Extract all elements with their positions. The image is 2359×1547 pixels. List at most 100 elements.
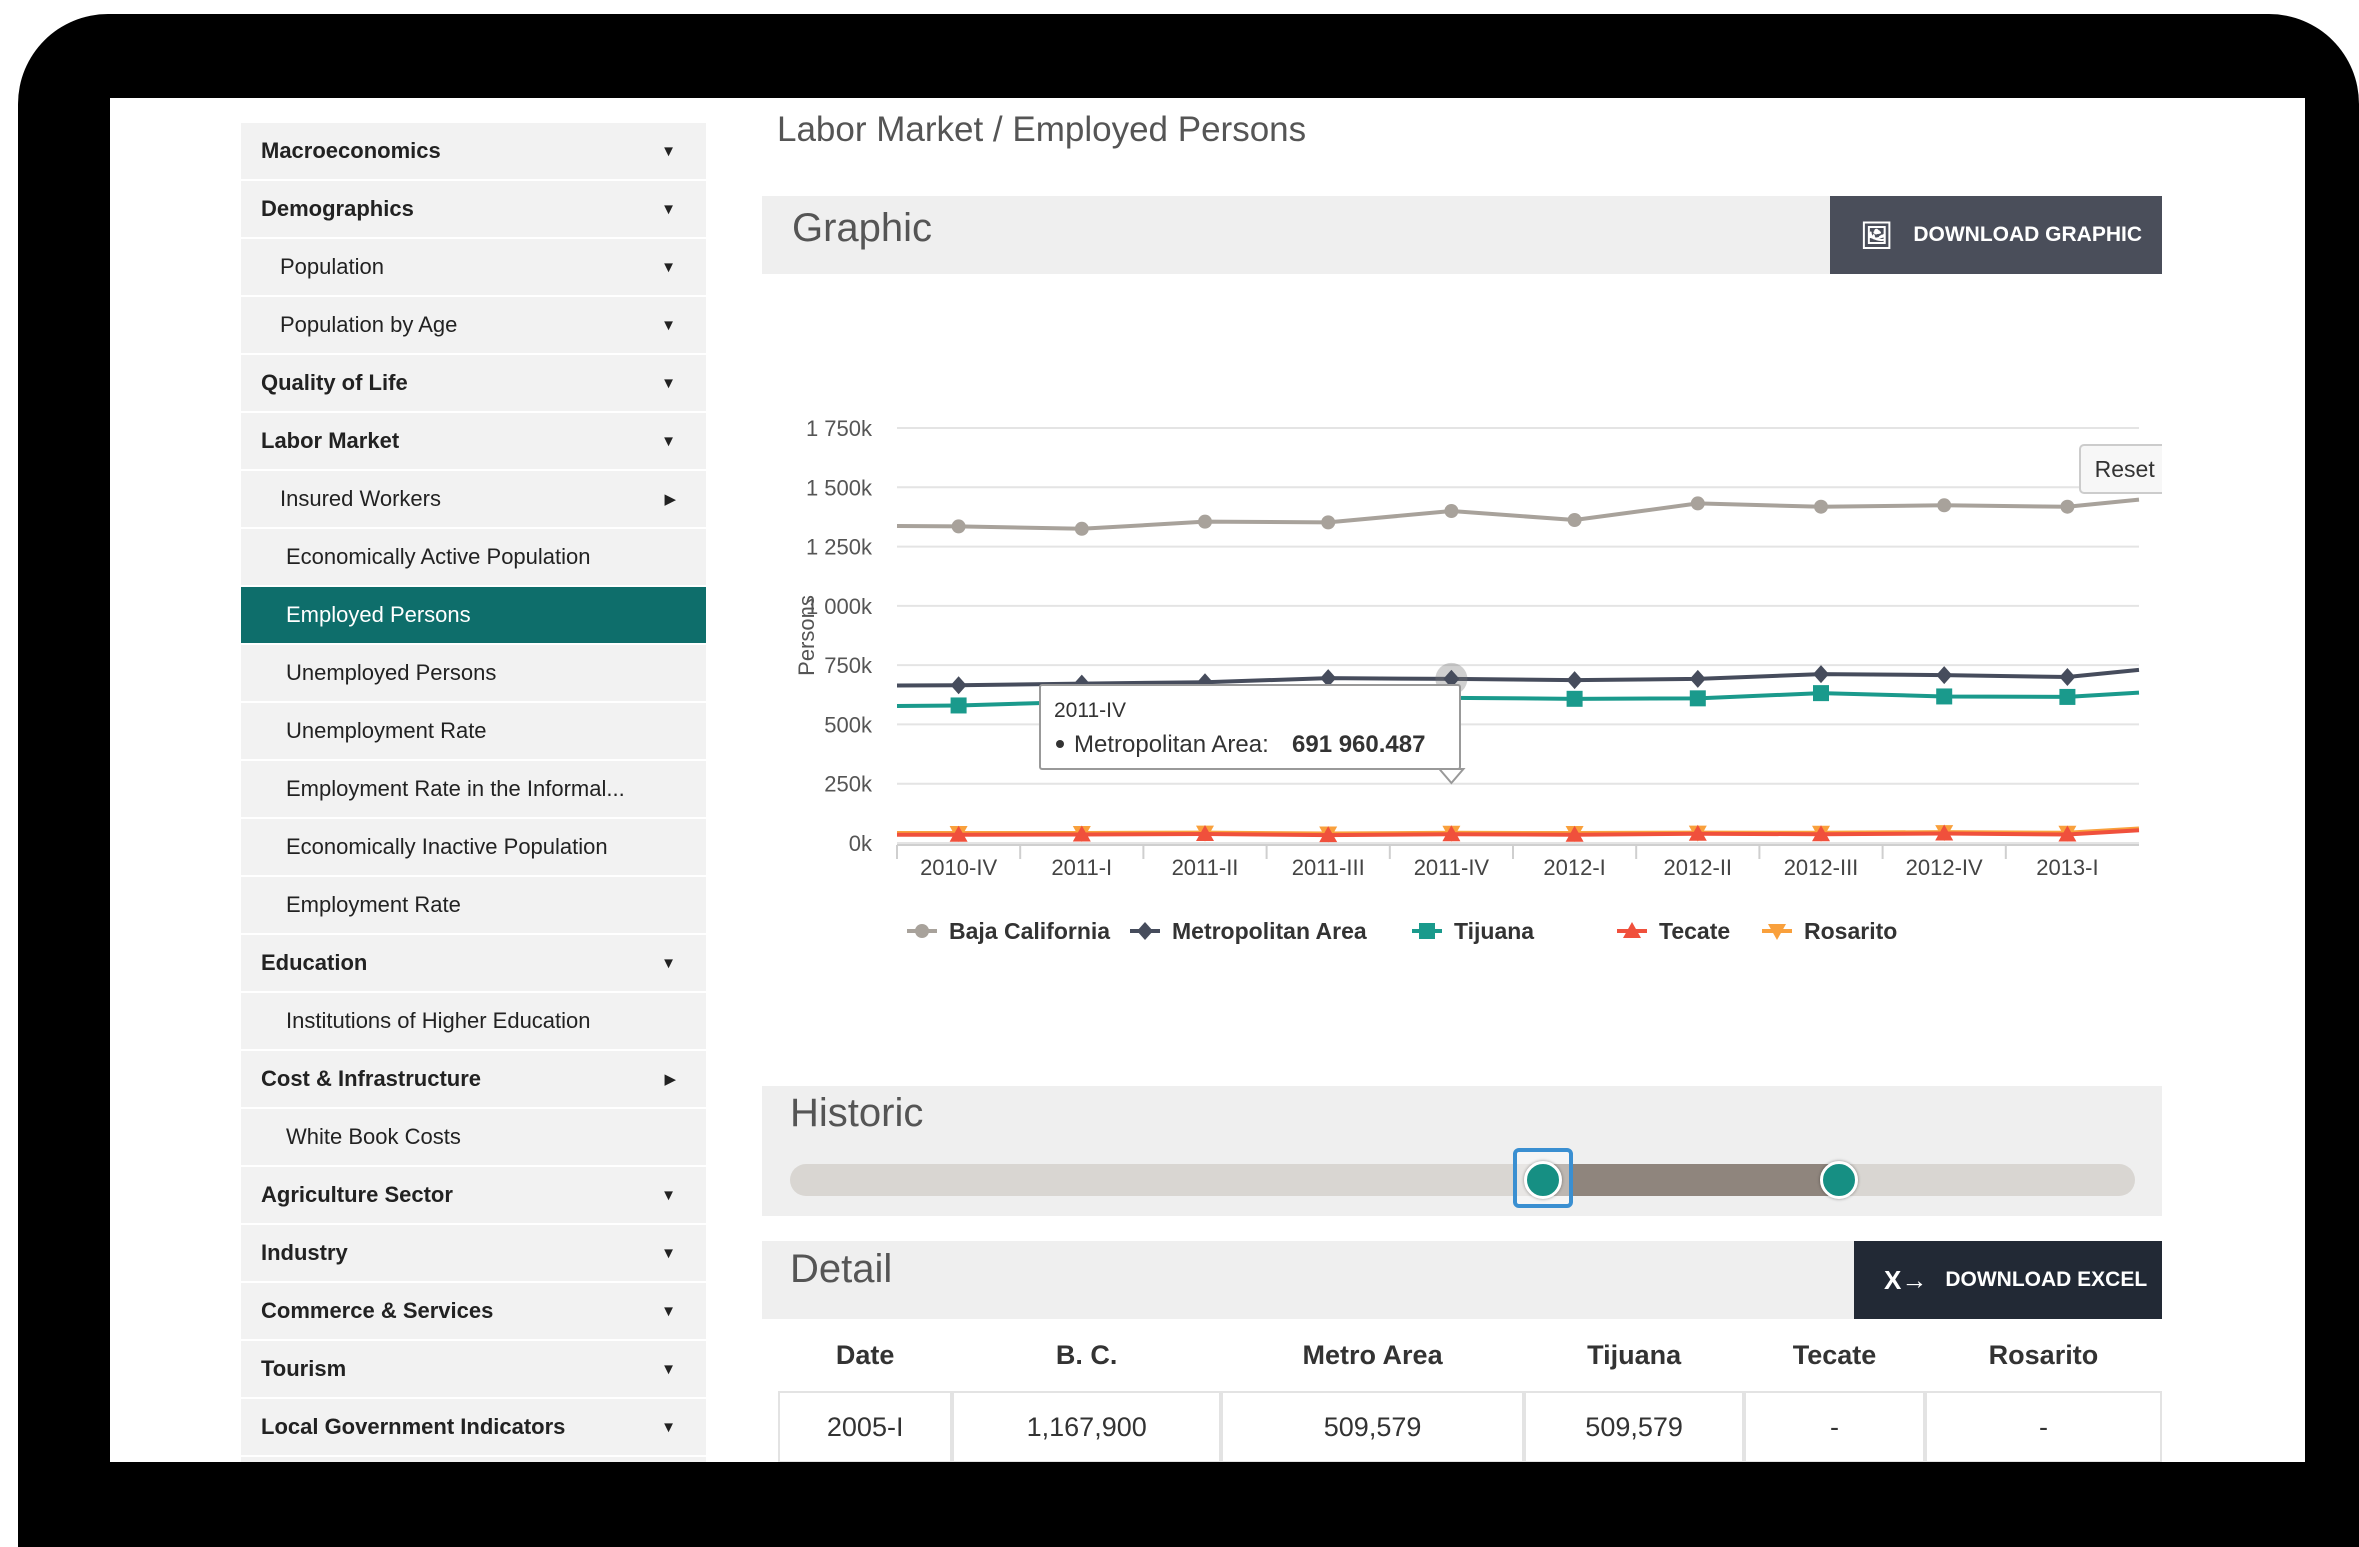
data-point-tijuana[interactable] bbox=[2059, 688, 2076, 705]
historic-range-selection[interactable] bbox=[1543, 1164, 1840, 1196]
sidebar-item-label: Macroeconomics bbox=[261, 138, 441, 163]
sidebar-item-label: Industry bbox=[261, 1240, 348, 1265]
table-cell: - bbox=[1744, 1391, 1925, 1462]
download-graphic-label: DOWNLOAD GRAPHIC bbox=[1913, 223, 2142, 246]
data-point-metropolitan-area[interactable] bbox=[1936, 666, 1953, 685]
data-point-tijuana[interactable] bbox=[1813, 685, 1829, 702]
sidebar-nav: Macroeconomics ▼ Demographics ▼ Population ▼ P… bbox=[241, 123, 706, 1462]
sidebar-item-label: Insured Workers bbox=[280, 486, 441, 511]
sidebar-item-macroeconomics[interactable]: Macroeconomics ▼ bbox=[241, 123, 706, 181]
range-start-handle[interactable] bbox=[1524, 1161, 1563, 1199]
legend-marker[interactable] bbox=[1137, 922, 1153, 940]
legend-marker[interactable] bbox=[1419, 923, 1435, 939]
sidebar-item-local-government-indicators[interactable]: Local Government Indicators ▼ bbox=[241, 1399, 706, 1457]
data-point-baja-california[interactable] bbox=[1937, 498, 1952, 513]
sidebar-item-employed-persons[interactable]: Employed Persons bbox=[241, 587, 706, 645]
employed-persons-chart[interactable]: 0k250k500k750k1 000k1 250k1 500k1 750k20… bbox=[762, 293, 2162, 1068]
sidebar-item-unemployment-rate[interactable]: Unemployment Rate bbox=[241, 703, 706, 761]
sidebar-item-label: White Book Costs bbox=[286, 1124, 461, 1149]
x-tick-label: 2010-IV bbox=[920, 855, 997, 880]
sidebar-item-agriculture-sector[interactable]: Agriculture Sector ▼ bbox=[241, 1167, 706, 1225]
chevron-down-icon: ▼ bbox=[661, 1302, 676, 1320]
data-point-baja-california[interactable] bbox=[1074, 521, 1089, 536]
screen: Macroeconomics ▼ Demographics ▼ Population ▼ P… bbox=[110, 98, 2305, 1462]
data-point-metropolitan-area[interactable] bbox=[2059, 668, 2076, 686]
column-header[interactable]: Tijuana bbox=[1524, 1319, 1744, 1391]
column-header[interactable]: Rosarito bbox=[1925, 1319, 2162, 1391]
sidebar-item-institutions-of-higher-education[interactable]: Institutions of Higher Education bbox=[241, 993, 706, 1051]
data-point-baja-california[interactable] bbox=[1444, 504, 1459, 518]
image-icon: 🖼 bbox=[1860, 219, 1894, 250]
sidebar-item-industry[interactable]: Industry ▼ bbox=[241, 1225, 706, 1283]
data-point-baja-california[interactable] bbox=[1321, 515, 1336, 530]
sidebar-item-cost-infrastructure[interactable]: Cost & Infrastructure ▶ bbox=[241, 1051, 706, 1109]
sidebar-item-label: Unemployed Persons bbox=[286, 660, 497, 685]
sidebar-item-economically-active-population[interactable]: Economically Active Population bbox=[241, 529, 706, 587]
column-header[interactable]: Metro Area bbox=[1221, 1319, 1524, 1391]
sidebar-item-white-book-costs[interactable]: White Book Costs bbox=[241, 1109, 706, 1167]
sidebar-item-commerce-services[interactable]: Commerce & Services ▼ bbox=[241, 1283, 706, 1341]
data-point-metropolitan-area[interactable] bbox=[1566, 671, 1583, 690]
sidebar-item-quality-of-life[interactable]: Quality of Life ▼ bbox=[241, 355, 706, 413]
download-graphic-button[interactable]: 🖼 DOWNLOAD GRAPHIC bbox=[1830, 196, 2162, 274]
legend-item[interactable]: Metropolitan Area bbox=[1172, 918, 1367, 944]
column-header[interactable]: Tecate bbox=[1744, 1319, 1925, 1391]
sidebar-item-label: Economically Active Population bbox=[286, 544, 591, 569]
legend-marker[interactable] bbox=[915, 924, 929, 938]
data-point-baja-california[interactable] bbox=[2060, 499, 2075, 514]
sidebar-item-labor-market[interactable]: Labor Market ▼ bbox=[241, 413, 706, 471]
sidebar-item-label: Quality of Life bbox=[261, 370, 408, 395]
x-tick-label: 2012-IV bbox=[1906, 855, 1983, 880]
tooltip-period: 2011-IV bbox=[1054, 699, 1126, 722]
legend-item[interactable]: Tecate bbox=[1659, 918, 1730, 944]
data-point-baja-california[interactable] bbox=[1690, 496, 1705, 511]
graphic-title: Graphic bbox=[792, 206, 933, 250]
chevron-right-icon: ▶ bbox=[664, 1071, 676, 1088]
chevron-down-icon: ▼ bbox=[661, 954, 676, 972]
chevron-down-icon: ▼ bbox=[661, 432, 676, 450]
sidebar-item-insured-workers[interactable]: Insured Workers ▶ bbox=[241, 471, 706, 529]
data-point-metropolitan-area[interactable] bbox=[1689, 669, 1706, 688]
data-point-tijuana[interactable] bbox=[950, 697, 967, 714]
data-point-baja-california[interactable] bbox=[1567, 513, 1582, 528]
legend-item[interactable]: Rosarito bbox=[1804, 918, 1897, 944]
range-end-handle[interactable] bbox=[1820, 1161, 1859, 1199]
column-header[interactable]: B. C. bbox=[952, 1319, 1221, 1391]
data-point-baja-california[interactable] bbox=[1198, 514, 1212, 529]
y-tick-label: 500k bbox=[824, 712, 873, 737]
tooltip-pointer bbox=[1437, 768, 1466, 785]
sidebar-item-label: Demographics bbox=[261, 196, 414, 221]
reset-zoom-label: Reset zoom bbox=[2095, 456, 2162, 482]
sidebar-item-economically-inactive-population[interactable]: Economically Inactive Population bbox=[241, 819, 706, 877]
sidebar-item-demographics[interactable]: Demographics ▼ bbox=[241, 181, 706, 239]
sidebar-item-population[interactable]: Population ▼ bbox=[241, 239, 706, 297]
historic-range-track[interactable] bbox=[790, 1148, 2135, 1208]
data-point-metropolitan-area[interactable] bbox=[950, 676, 967, 695]
data-point-tijuana[interactable] bbox=[1566, 690, 1583, 707]
data-point-metropolitan-area[interactable] bbox=[1813, 665, 1829, 684]
sidebar-item-education[interactable]: Education ▼ bbox=[241, 935, 706, 993]
tooltip-series: Metropolitan Area: bbox=[1074, 731, 1269, 758]
tooltip-bullet bbox=[1056, 740, 1064, 748]
sidebar-item-label: Institutions of Higher Education bbox=[286, 1008, 591, 1033]
sidebar-item-label: Tourism bbox=[261, 1356, 347, 1381]
sidebar-item-tourism[interactable]: Tourism ▼ bbox=[241, 1341, 706, 1399]
sidebar-item-employment-rate-in-the-informal[interactable]: Employment Rate in the Informal... bbox=[241, 761, 706, 819]
tooltip-value: 691 960.487 bbox=[1292, 731, 1425, 758]
sidebar-item-population-by-age[interactable]: Population by Age ▼ bbox=[241, 297, 706, 355]
column-header[interactable]: Date bbox=[778, 1319, 952, 1391]
data-point-baja-california[interactable] bbox=[1814, 499, 1828, 514]
legend-item[interactable]: Tijuana bbox=[1454, 918, 1534, 944]
sidebar-item-unemployed-persons[interactable]: Unemployed Persons bbox=[241, 645, 706, 703]
sidebar-item-label: Education bbox=[261, 950, 368, 975]
sidebar-item-label: Agriculture Sector bbox=[261, 1182, 453, 1207]
chevron-down-icon: ▼ bbox=[661, 200, 676, 218]
data-point-tijuana[interactable] bbox=[1936, 688, 1953, 705]
y-tick-label: 250k bbox=[824, 772, 873, 797]
sidebar-item-employment-rate[interactable]: Employment Rate bbox=[241, 877, 706, 935]
download-excel-button[interactable]: X→ DOWNLOAD EXCEL bbox=[1854, 1241, 2162, 1319]
data-point-tijuana[interactable] bbox=[1689, 690, 1706, 707]
legend-item[interactable]: Baja California bbox=[949, 918, 1110, 944]
data-point-baja-california[interactable] bbox=[951, 519, 966, 534]
y-tick-label: 750k bbox=[824, 653, 873, 678]
